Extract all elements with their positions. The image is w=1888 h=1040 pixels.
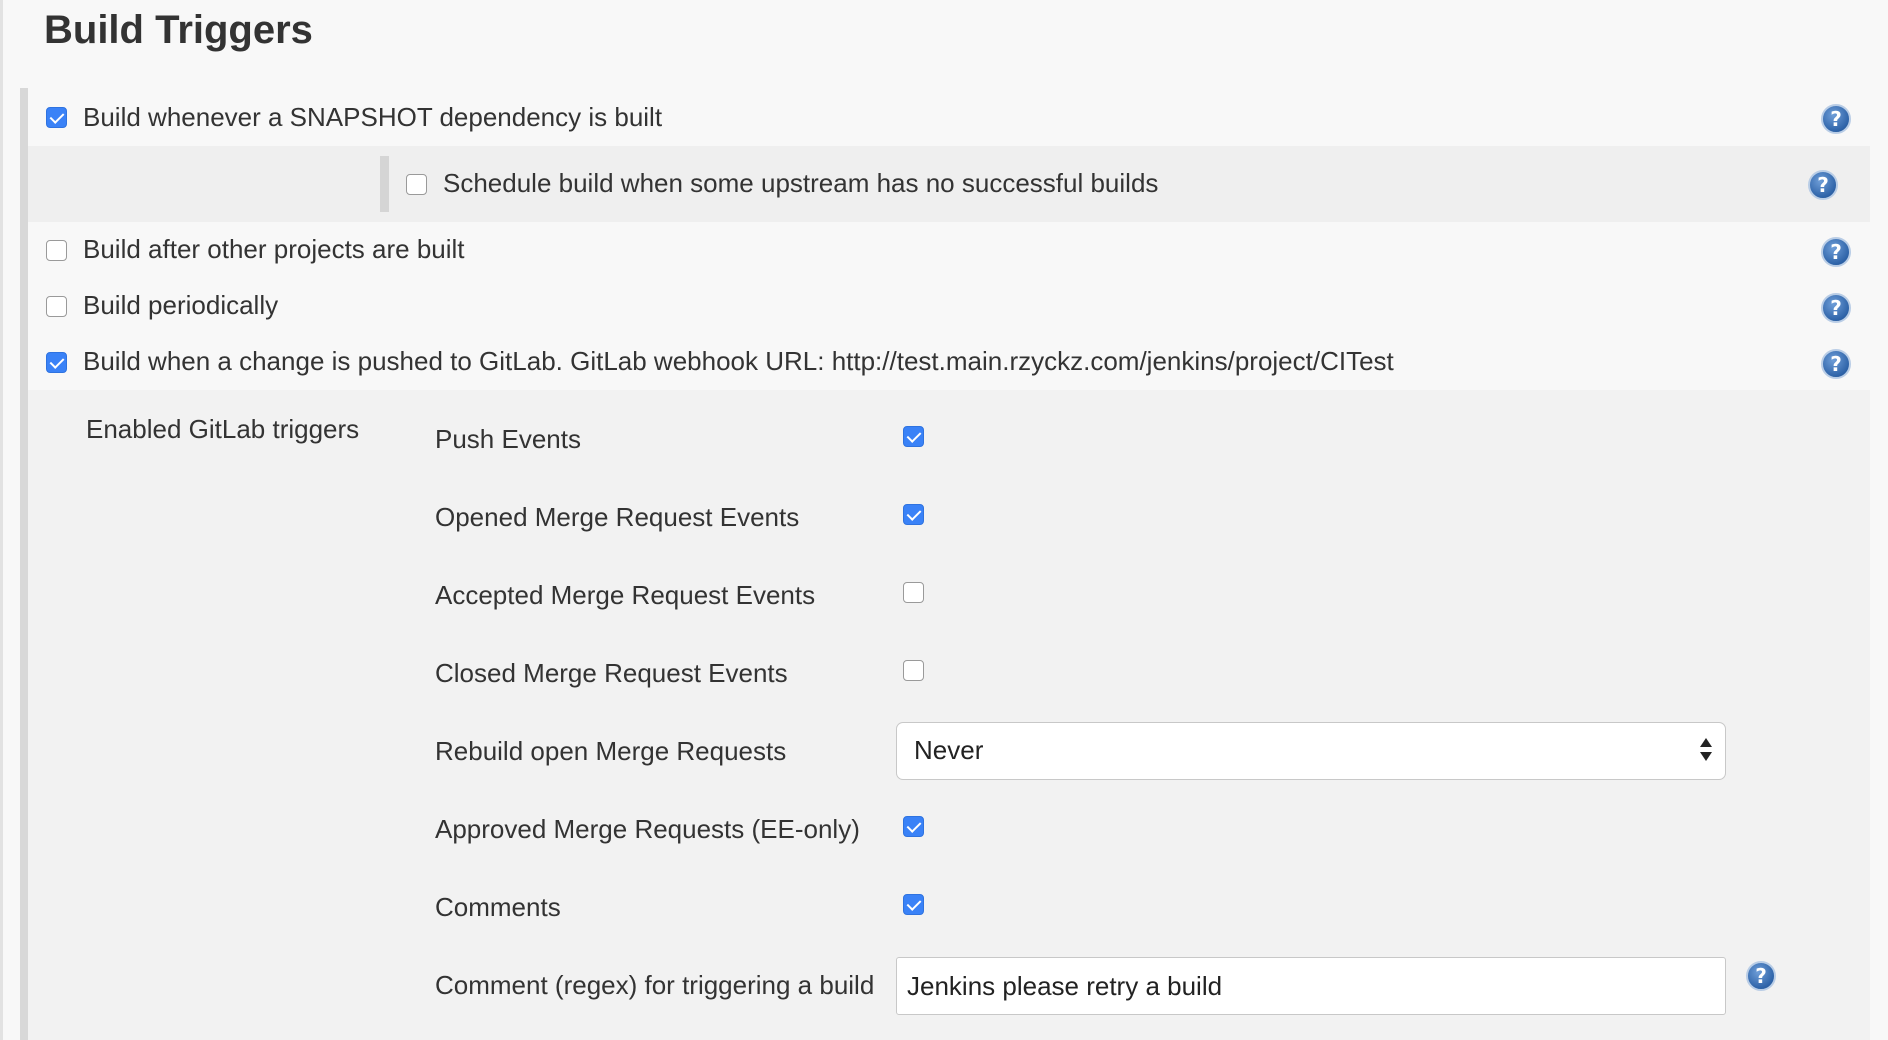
gitlab-label: Build when a change is pushed to GitLab.… bbox=[83, 346, 1394, 376]
comments-checkbox[interactable] bbox=[903, 894, 924, 915]
select-arrows-icon bbox=[1699, 735, 1713, 765]
upstream-checkbox[interactable] bbox=[406, 174, 427, 195]
section-title: Build Triggers bbox=[44, 8, 313, 52]
periodically-checkbox[interactable] bbox=[46, 296, 67, 317]
accepted-mr-checkbox[interactable] bbox=[903, 582, 924, 603]
subpanel-indent-bar bbox=[380, 156, 389, 212]
periodically-help-icon[interactable]: ? bbox=[1821, 293, 1851, 323]
upstream-help-icon[interactable]: ? bbox=[1808, 170, 1838, 200]
comment-regex-help-icon[interactable]: ? bbox=[1746, 961, 1776, 991]
gitlab-triggers-panel bbox=[28, 390, 1870, 1040]
push-events-label: Push Events bbox=[435, 424, 581, 454]
section-indent-bar bbox=[20, 88, 28, 1040]
rebuild-mr-label: Rebuild open Merge Requests bbox=[435, 736, 787, 766]
opened-mr-checkbox[interactable] bbox=[903, 504, 924, 525]
closed-mr-label: Closed Merge Request Events bbox=[435, 658, 788, 688]
comments-label: Comments bbox=[435, 892, 561, 922]
snapshot-label: Build whenever a SNAPSHOT dependency is … bbox=[83, 102, 663, 132]
after-other-help-icon[interactable]: ? bbox=[1821, 237, 1851, 267]
snapshot-help-icon[interactable]: ? bbox=[1821, 104, 1851, 134]
approved-mr-checkbox[interactable] bbox=[903, 816, 924, 837]
comment-regex-label: Comment (regex) for triggering a build bbox=[435, 970, 875, 1000]
after-other-checkbox[interactable] bbox=[46, 240, 67, 261]
gitlab-help-icon[interactable]: ? bbox=[1821, 349, 1851, 379]
closed-mr-checkbox[interactable] bbox=[903, 660, 924, 681]
upstream-label: Schedule build when some upstream has no… bbox=[443, 168, 1159, 198]
opened-mr-label: Opened Merge Request Events bbox=[435, 502, 800, 532]
rebuild-mr-select-value: Never bbox=[914, 735, 984, 765]
push-events-checkbox[interactable] bbox=[903, 426, 924, 447]
approved-mr-label: Approved Merge Requests (EE-only) bbox=[435, 814, 860, 844]
rebuild-mr-select[interactable]: Never bbox=[896, 722, 1726, 780]
gitlab-triggers-heading: Enabled GitLab triggers bbox=[86, 414, 360, 444]
page-left-border bbox=[0, 0, 3, 1040]
snapshot-checkbox[interactable] bbox=[46, 107, 67, 128]
periodically-label: Build periodically bbox=[83, 290, 279, 320]
after-other-label: Build after other projects are built bbox=[83, 234, 465, 264]
accepted-mr-label: Accepted Merge Request Events bbox=[435, 580, 816, 610]
gitlab-checkbox[interactable] bbox=[46, 352, 67, 373]
comment-regex-input[interactable] bbox=[896, 957, 1726, 1015]
